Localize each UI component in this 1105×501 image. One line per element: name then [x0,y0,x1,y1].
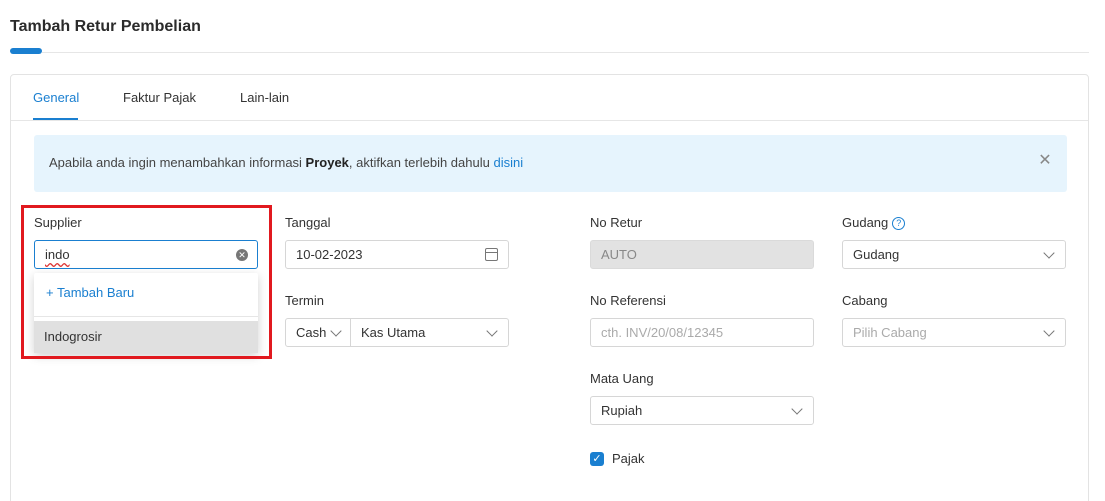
cabang-label: Cabang [842,293,888,308]
chevron-down-icon [1043,247,1055,259]
no-referensi-label: No Referensi [590,293,666,308]
gudang-value: Gudang [853,247,900,262]
title-divider [42,52,1089,53]
no-retur-input: AUTO [590,240,814,269]
banner-text-before: Apabila anda ingin menambahkan informasi [49,155,306,170]
highlight-box [21,205,272,359]
no-retur-value: AUTO [601,247,637,262]
tanggal-input[interactable]: 10-02-2023 [285,240,509,269]
banner-text-after: , aktifkan terlebih dahulu [348,155,494,170]
gudang-label: Gudang? [842,215,906,230]
banner-bold-proyek: Proyek [305,155,349,170]
tanggal-label: Tanggal [285,215,331,230]
termin-account-value: Kas Utama [361,325,426,340]
no-referensi-placeholder: cth. INV/20/08/12345 [601,325,724,340]
info-banner-text: Apabila anda ingin menambahkan informasi… [49,155,523,170]
no-retur-label: No Retur [590,215,643,230]
termin-label: Termin [285,293,325,308]
gudang-label-text: Gudang [842,215,889,230]
tab-lain-lain[interactable]: Lain-lain [240,90,289,105]
chevron-down-icon [791,403,803,415]
cabang-select[interactable]: Pilih Cabang [842,318,1066,347]
chevron-down-icon [330,325,342,337]
title-accent-bar [10,48,42,54]
tab-bar: General Faktur Pajak Lain-lain [11,75,1088,121]
mata-uang-value: Rupiah [601,403,643,418]
mata-uang-select[interactable]: Rupiah [590,396,814,425]
help-icon[interactable]: ? [892,217,906,230]
chevron-down-icon [1043,325,1055,337]
calendar-icon[interactable] [485,248,498,261]
close-icon[interactable]: ✕ [1037,153,1053,169]
info-banner: Apabila anda ingin menambahkan informasi… [34,135,1067,192]
no-referensi-input[interactable]: cth. INV/20/08/12345 [590,318,814,347]
tanggal-value: 10-02-2023 [296,247,363,262]
active-tab-indicator [33,118,78,120]
termin-account-select[interactable]: Kas Utama [350,318,509,347]
page-title: Tambah Retur Pembelian [10,18,201,35]
pajak-checkbox[interactable]: ✓ [590,452,604,466]
tab-faktur-pajak[interactable]: Faktur Pajak [123,90,196,105]
banner-link-disini[interactable]: disini [493,155,523,170]
pajak-label: Pajak [612,451,645,466]
termin-select[interactable]: Cash [285,318,351,347]
termin-value: Cash [296,325,327,340]
mata-uang-label: Mata Uang [590,371,654,386]
tab-general[interactable]: General [33,90,79,105]
chevron-down-icon [486,325,498,337]
cabang-placeholder: Pilih Cabang [853,325,927,340]
gudang-select[interactable]: Gudang [842,240,1066,269]
